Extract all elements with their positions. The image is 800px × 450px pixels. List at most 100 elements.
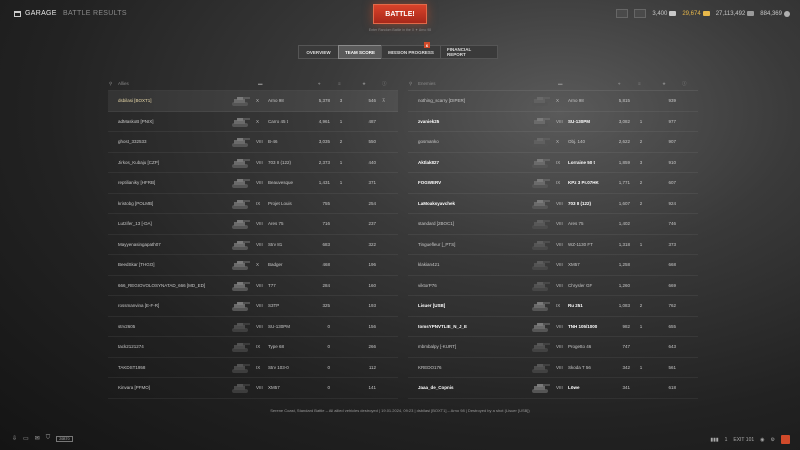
tank-column-icon[interactable]: ▬: [558, 81, 563, 86]
player-name[interactable]: dsbilasi [BOXT1]: [118, 98, 152, 103]
table-row[interactable]: TAKDST1958 IX Strv 103-0 0 112: [108, 358, 398, 378]
player-name[interactable]: gosmanko: [418, 139, 439, 144]
tier-label: IX: [556, 180, 561, 185]
xp-value: 550: [368, 139, 376, 144]
player-name[interactable]: rossmanvina [E-F-R]: [118, 303, 159, 308]
player-name[interactable]: FOGWERV: [418, 180, 441, 185]
credits-display[interactable]: 3,400: [652, 11, 677, 17]
player-name[interactable]: TAKDST1958: [118, 365, 145, 370]
table-row[interactable]: klakian421 VIII XM57 1,258 668: [408, 255, 698, 276]
player-name[interactable]: BeedSkar [THGO]: [118, 262, 155, 267]
player-name[interactable]: viktorP76: [418, 283, 437, 288]
table-row[interactable]: zvaniek25 VIII SU-130PM 3,082 1 977: [408, 112, 698, 132]
download-icon[interactable]: ⇩: [12, 435, 17, 442]
player-name[interactable]: nothing_scarry [DIPER]: [418, 98, 465, 103]
table-row[interactable]: 666_REGIOVOLOSYNATAD_666 [MD_ED] VIII T77 2…: [108, 276, 398, 296]
player-name[interactable]: mbmbalpy [-KURT]: [418, 344, 456, 349]
gold-display[interactable]: 29,674: [682, 11, 710, 17]
bonds-display[interactable]: 884,369: [760, 10, 790, 17]
battle-button[interactable]: BATTLE!: [373, 4, 427, 24]
xp-value: 910: [668, 159, 676, 165]
settings-icon[interactable]: ⚙: [771, 437, 775, 443]
player-name[interactable]: Jaaa_de_Copnis: [418, 385, 454, 390]
table-row[interactable]: KREDO176 VIII Skoda T 56 342 1 561: [408, 358, 698, 378]
table-row[interactable]: gosmanko X Obj. 140 2,622 2 907: [408, 132, 698, 153]
tab-financial-report-label: FINANCIAL REPORT: [447, 47, 472, 57]
table-row[interactable]: Jaaa_de_Copnis VIII Löwe 341 618: [408, 378, 698, 399]
table-row[interactable]: rossmanvina [E-F-R] VIII S3TP 325 193: [108, 296, 398, 317]
garage-tab[interactable]: GARAGE: [14, 10, 57, 17]
kills-column-icon[interactable]: ≡: [338, 81, 341, 86]
table-row[interactable]: Jirkos_Kubaju [CZP] VIII 703 II (122) 2,373…: [108, 153, 398, 173]
table-row[interactable]: tomsYPNVTLIE_N_J_E VIII TNH 105/1000 982 1 65…: [408, 317, 698, 337]
player-name[interactable]: tomsYPNVTLIE_N_J_E: [418, 324, 467, 329]
player-name[interactable]: reptilianiky [HFRB]: [118, 180, 155, 185]
tab-mission-progress[interactable]: MISSION PROGRESS 6: [381, 42, 441, 59]
wallet-icon[interactable]: [634, 9, 647, 18]
tab-overview[interactable]: OVERVIEW: [298, 45, 339, 59]
player-name[interactable]: standard [2BOC1]: [418, 221, 454, 226]
player-name[interactable]: klakian421: [418, 262, 440, 267]
free-xp-display[interactable]: 27,113,492: [716, 11, 755, 17]
player-name[interactable]: ghost_332533: [118, 139, 147, 144]
player-name[interactable]: Kinvara [PFMO]: [118, 385, 150, 390]
player-name[interactable]: Lutzifer_13 [-DA]: [118, 221, 152, 226]
table-row[interactable]: tack2121274 IX Type 68 0 266: [108, 337, 398, 358]
table-row[interactable]: LaMoaksyavchek VIII 703 II (122) 1,607 2 924: [408, 194, 698, 214]
table-row[interactable]: reptilianiky [HFRB] VIII Beauvesque 1,431 1 3…: [108, 173, 398, 194]
player-name[interactable]: adMaskoB [PNIX]: [118, 119, 154, 124]
tank-icon: [532, 117, 550, 127]
xp-column-icon[interactable]: ★: [662, 81, 666, 87]
player-name[interactable]: LaMoaksyavchek: [418, 201, 455, 206]
table-row[interactable]: Lutzifer_13 [-DA] VIII Ares 75 716 237: [108, 214, 398, 235]
damage-column-icon[interactable]: ⌖: [318, 81, 321, 86]
player-name[interactable]: Tinguefleur [_PTS]: [418, 242, 455, 247]
enemies-table: ⚲ Enemies ▬ ⌖ ≡ ★ ⓘ nothing_scarry [DIPE…: [408, 79, 698, 399]
table-row[interactable]: FOGWERV IX KPz 3 Pr.07HK 1,771 2 607: [408, 173, 698, 194]
status-column-icon[interactable]: ⓘ: [382, 81, 387, 87]
player-name[interactable]: KREDO176: [418, 365, 442, 370]
player-name[interactable]: zvaniek25: [418, 119, 439, 124]
table-row[interactable]: ghost_332533 VIII B-46 3,035 2 550: [108, 132, 398, 153]
tank-column-icon[interactable]: ▬: [258, 81, 263, 86]
table-row[interactable]: Lisuer [USB] IX Ru 251 1,083 2 762: [408, 296, 698, 317]
table-row[interactable]: strv2605 VIII SU-130PM 0 156: [108, 317, 398, 337]
table-row[interactable]: Aktlak827 IX Lorraine 50 t 1,859 3 910: [408, 153, 698, 173]
tier-label: X: [556, 139, 560, 144]
table-row[interactable]: nothing_scarry [DIPER] X Arno 98 5,815 939: [408, 91, 698, 112]
damage-column-icon[interactable]: ⌖: [618, 81, 621, 86]
table-row[interactable]: BeedSkar [THGO] X Badger 468 196: [108, 255, 398, 276]
clan-icon[interactable]: ⛉: [46, 435, 51, 442]
table-row[interactable]: Kinvara [PFMO] VIII XM57 0 141: [108, 378, 398, 399]
kills-column-icon[interactable]: ≡: [638, 81, 641, 86]
premium-icon[interactable]: [616, 9, 629, 18]
xp-column-icon[interactable]: ★: [362, 81, 366, 87]
player-name[interactable]: kristobg [POLMB]: [118, 201, 153, 206]
player-name[interactable]: Jirkos_Kubaju [CZP]: [118, 160, 159, 165]
battle-results-tab[interactable]: BATTLE RESULTS: [63, 10, 127, 17]
player-name[interactable]: Mayyenasingapath07: [118, 242, 161, 247]
table-row[interactable]: mbmbalpy [-KURT] VIII Progetto 46 747 643: [408, 337, 698, 358]
notification-icon[interactable]: [781, 435, 790, 444]
player-name[interactable]: Aktlak827: [418, 160, 439, 165]
table-row[interactable]: Tinguefleur [_PTS] VIII WZ-1130 FT 1,318 1 37…: [408, 235, 698, 255]
status-column-icon[interactable]: ⓘ: [682, 81, 687, 87]
table-row[interactable]: kristobg [POLMB] IX Projet Louis 755 254: [108, 194, 398, 214]
chat-icon[interactable]: ▭: [23, 435, 29, 442]
eye-icon[interactable]: ◉: [760, 437, 764, 443]
table-row[interactable]: Mayyenasingapath07 VIII Strv 81 683 322: [108, 235, 398, 255]
player-name[interactable]: 666_REGIOVOLOSYNATAD_666 [MD_ED]: [118, 283, 205, 288]
player-name[interactable]: Lisuer [USB]: [418, 303, 445, 308]
tank-name: Strv 81: [268, 241, 283, 247]
table-row[interactable]: standard [2BOC1] VIII Ares 75 1,402 746: [408, 214, 698, 235]
status-chip[interactable]: 20BT0: [56, 435, 73, 442]
table-row[interactable]: dsbilasi [BOXT1] X Arno 98 5,378 3 546 ⊼: [108, 91, 398, 112]
tab-team-score[interactable]: TEAM SCORE: [338, 45, 382, 59]
table-row[interactable]: viktorP76 VIII Chrysler GF 1,260 669: [408, 276, 698, 296]
table-row[interactable]: adMaskoB [PNIX] X Carro 45 t 4,961 1 487: [108, 112, 398, 132]
tab-financial-report[interactable]: FINANCIAL REPORT: [440, 45, 498, 59]
player-name[interactable]: tack2121274: [118, 344, 144, 349]
player-name[interactable]: strv2605: [118, 324, 135, 329]
mail-icon[interactable]: ✉: [35, 435, 40, 442]
tank-icon: [232, 322, 250, 332]
